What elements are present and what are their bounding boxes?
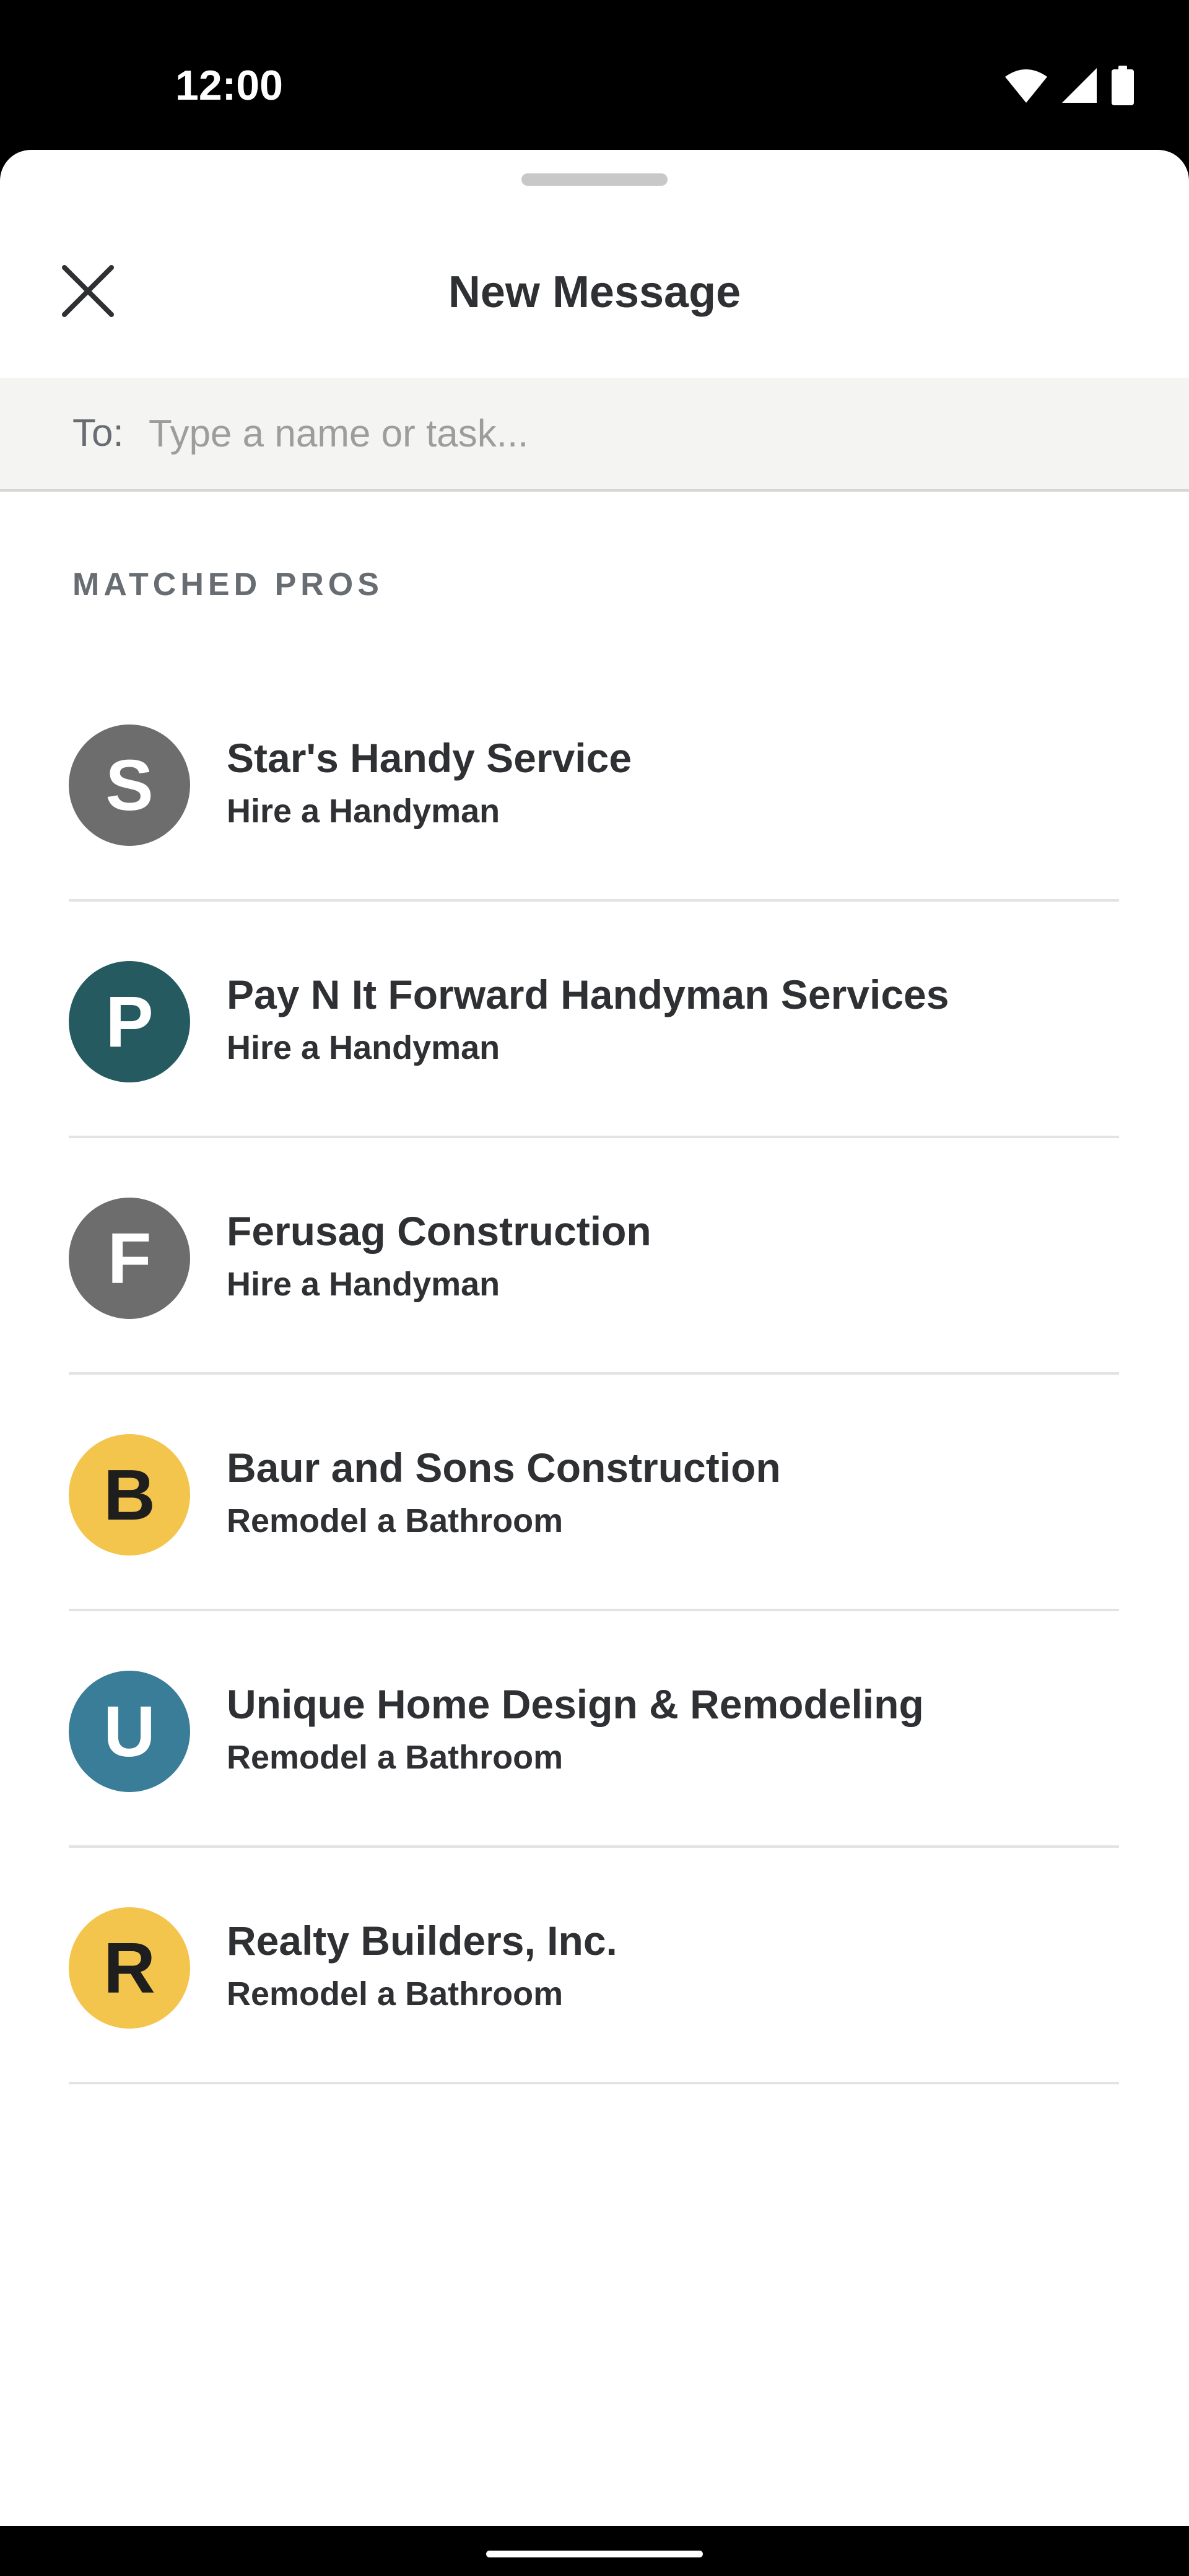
avatar: U xyxy=(69,1671,190,1792)
pro-task: Remodel a Bathroom xyxy=(227,1975,564,2012)
page-title: New Message xyxy=(448,268,741,317)
status-bar: 12:00 xyxy=(0,0,1189,150)
pro-name: Baur and Sons Construction xyxy=(227,1445,781,1490)
pro-name: Pay N It Forward Handyman Services xyxy=(227,972,949,1017)
avatar: P xyxy=(69,961,190,1082)
pro-name: Realty Builders, Inc. xyxy=(227,1918,617,1964)
list-item[interactable]: F Ferusag Construction Hire a Handyman xyxy=(0,1138,1189,1375)
recipient-bar: To: xyxy=(0,378,1189,492)
pro-name: Unique Home Design & Remodeling xyxy=(227,1681,924,1727)
list-item[interactable]: R Realty Builders, Inc. Remodel a Bathro… xyxy=(0,1848,1189,2084)
wifi-icon xyxy=(1004,67,1048,107)
close-button[interactable] xyxy=(57,261,119,323)
matched-pros-list: S Star's Handy Service Hire a Handyman P… xyxy=(0,665,1189,2084)
divider xyxy=(69,2082,1119,2084)
avatar: S xyxy=(69,724,190,846)
status-icons xyxy=(1004,65,1135,108)
recipient-input[interactable] xyxy=(149,402,1139,464)
avatar: B xyxy=(69,1434,190,1556)
close-icon xyxy=(62,264,114,320)
pro-task: Remodel a Bathroom xyxy=(227,1502,564,1539)
matched-pros-heading: MATCHED PROS xyxy=(72,567,383,603)
pro-name: Ferusag Construction xyxy=(227,1208,651,1254)
avatar: R xyxy=(69,1907,190,2029)
pro-task: Remodel a Bathroom xyxy=(227,1739,564,1776)
avatar-initial: R xyxy=(103,1928,155,2008)
list-item[interactable]: P Pay N It Forward Handyman Services Hir… xyxy=(0,902,1189,1138)
pro-name: Star's Handy Service xyxy=(227,735,632,781)
status-time: 12:00 xyxy=(175,62,283,109)
pro-task: Hire a Handyman xyxy=(227,1029,500,1066)
home-indicator[interactable] xyxy=(486,2551,703,2557)
avatar: F xyxy=(69,1198,190,1319)
battery-icon xyxy=(1110,65,1135,108)
avatar-initial: B xyxy=(103,1455,155,1535)
avatar-initial: F xyxy=(107,1218,152,1299)
avatar-initial: U xyxy=(103,1691,155,1772)
list-item[interactable]: B Baur and Sons Construction Remodel a B… xyxy=(0,1375,1189,1611)
new-message-sheet: New Message To: MATCHED PROS S Star's Ha… xyxy=(0,150,1189,2526)
list-item[interactable]: U Unique Home Design & Remodeling Remode… xyxy=(0,1611,1189,1848)
pro-task: Hire a Handyman xyxy=(227,793,500,830)
system-navigation-bar xyxy=(0,2526,1189,2576)
drag-handle[interactable] xyxy=(521,173,668,186)
pro-task: Hire a Handyman xyxy=(227,1266,500,1303)
list-item[interactable]: S Star's Handy Service Hire a Handyman xyxy=(0,665,1189,902)
avatar-initial: P xyxy=(105,981,154,1062)
cellular-signal-icon xyxy=(1061,67,1098,107)
recipient-label: To: xyxy=(72,412,124,455)
avatar-initial: S xyxy=(105,745,154,825)
